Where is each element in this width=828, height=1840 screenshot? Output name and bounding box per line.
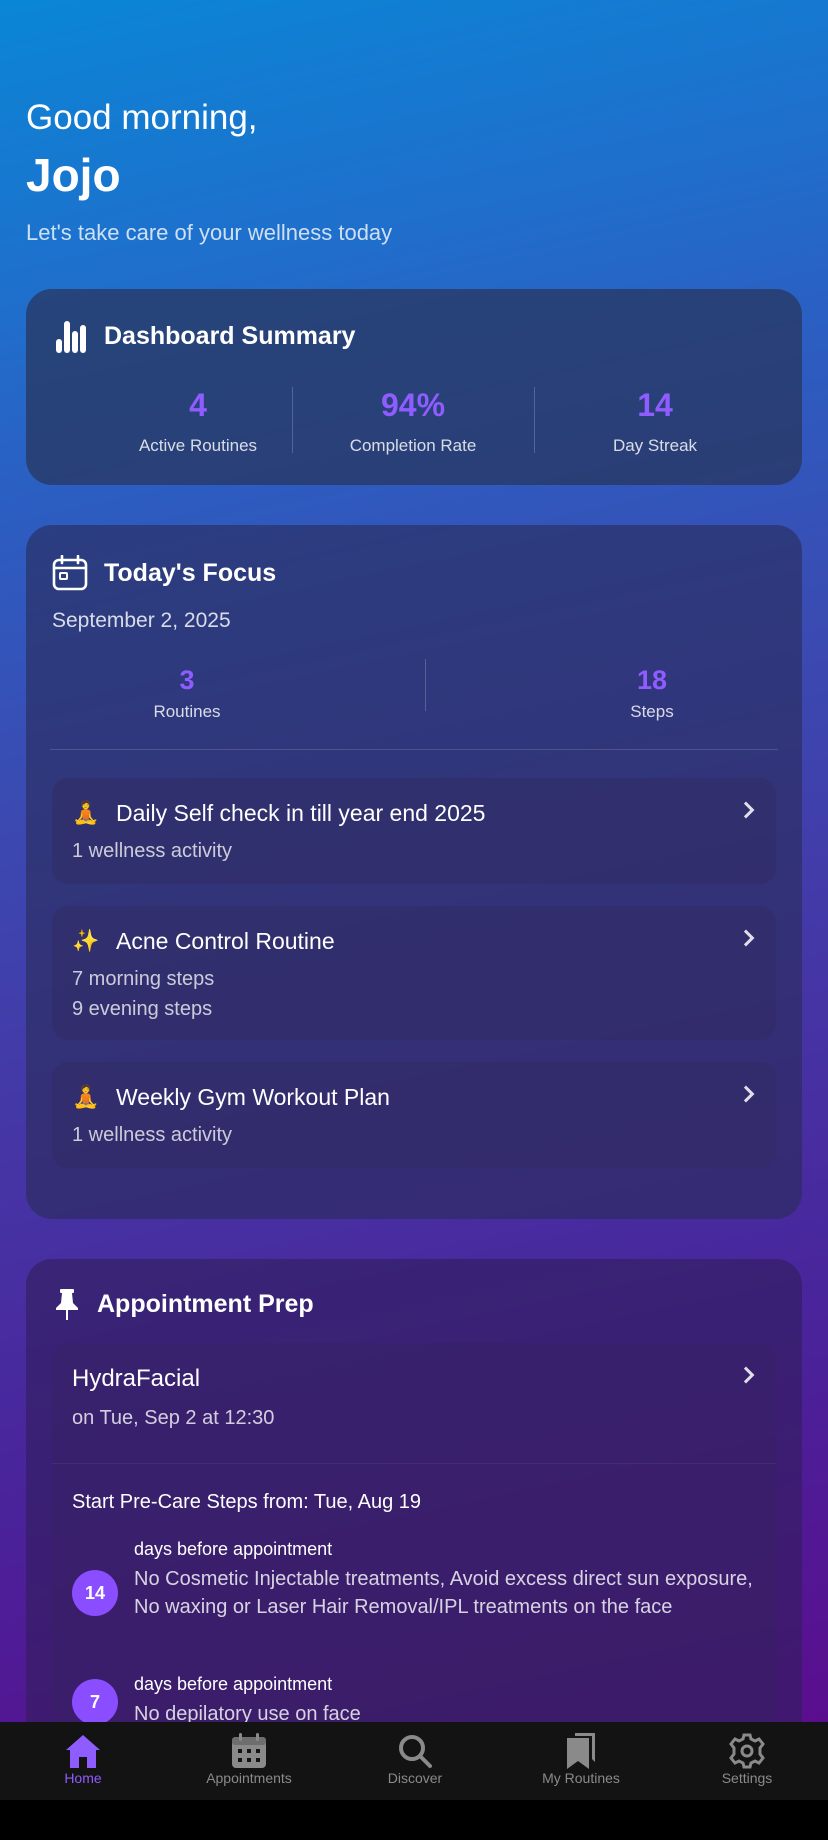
nav-label: My Routines bbox=[542, 1770, 620, 1786]
chevron-right-icon bbox=[737, 801, 755, 819]
stat-label: Active Routines bbox=[138, 436, 258, 455]
calendar-icon bbox=[52, 555, 88, 591]
divider bbox=[52, 1463, 776, 1464]
username-text: Jojo bbox=[26, 149, 121, 201]
divider bbox=[425, 659, 426, 711]
nav-settings[interactable]: Settings bbox=[664, 1722, 828, 1800]
stat-routines: 3 Routines bbox=[87, 665, 287, 722]
nav-label: Settings bbox=[721, 1770, 773, 1786]
stat-label: Steps bbox=[630, 702, 674, 721]
home-screen: Good morning, Jojo Let's take care of yo… bbox=[0, 0, 828, 1722]
stat-active-routines: 4 Active Routines bbox=[78, 387, 318, 456]
search-icon bbox=[399, 1735, 432, 1768]
focus-date: September 2, 2025 bbox=[52, 609, 231, 632]
stat-value: 18 bbox=[636, 665, 668, 695]
nav-label: Appointments bbox=[206, 1770, 292, 1786]
chevron-right-icon bbox=[737, 1366, 755, 1384]
appointment-time: on Tue, Sep 2 at 12:30 bbox=[72, 1407, 275, 1429]
precare-start-text: Start Pre-Care Steps from: Tue, Aug 19 bbox=[72, 1491, 422, 1513]
days-label: days before appointment bbox=[134, 1539, 333, 1559]
focus-title: Today's Focus bbox=[104, 559, 277, 587]
bar-chart-icon bbox=[56, 321, 86, 353]
nav-discover[interactable]: Discover bbox=[332, 1722, 498, 1800]
stat-label: Completion Rate bbox=[349, 436, 477, 455]
bookmarks-icon bbox=[567, 1733, 595, 1769]
days-label: days before appointment bbox=[134, 1674, 333, 1694]
stat-value: 3 bbox=[179, 665, 195, 695]
days-badge: 14 bbox=[72, 1570, 118, 1616]
summary-title: Dashboard Summary bbox=[104, 322, 356, 350]
precare-instructions: No Cosmetic Injectable treatments, Avoid… bbox=[134, 1568, 753, 1618]
greeting-text: Good morning, bbox=[26, 98, 258, 137]
service-name: HydraFacial bbox=[72, 1365, 201, 1392]
routine-item[interactable]: 🧘 Weekly Gym Workout Plan 1 wellness act… bbox=[52, 1062, 776, 1168]
nav-home[interactable]: Home bbox=[0, 1722, 166, 1800]
routine-detail: 7 morning steps bbox=[72, 968, 215, 990]
system-bar bbox=[0, 1800, 828, 1840]
precare-instructions: No depilatory use on face bbox=[134, 1703, 361, 1722]
appointment-prep-card: Appointment Prep HydraFacial on Tue, Sep… bbox=[26, 1259, 802, 1722]
pin-icon bbox=[56, 1289, 78, 1320]
routine-name: Weekly Gym Workout Plan bbox=[116, 1084, 390, 1110]
routine-name: Daily Self check in till year end 2025 bbox=[116, 800, 486, 826]
calendar-icon bbox=[232, 1733, 266, 1768]
routine-detail: 9 evening steps bbox=[72, 998, 213, 1020]
stat-steps: 18 Steps bbox=[552, 665, 752, 722]
meditation-icon: 🧘 bbox=[72, 1084, 100, 1109]
gear-icon bbox=[729, 1733, 765, 1769]
stat-value: 14 bbox=[637, 387, 673, 423]
tagline-text: Let's take care of your wellness today bbox=[26, 220, 393, 245]
stat-value: 94% bbox=[380, 387, 446, 423]
stat-value: 4 bbox=[189, 387, 207, 423]
todays-focus-card: Today's Focus September 2, 2025 3 Routin… bbox=[26, 525, 802, 1219]
routine-item[interactable]: ✨ Acne Control Routine 7 morning steps 9… bbox=[52, 906, 776, 1040]
chevron-right-icon bbox=[737, 929, 755, 947]
routine-detail: 1 wellness activity bbox=[72, 840, 233, 862]
sparkles-icon: ✨ bbox=[72, 928, 100, 953]
bottom-navigation: Home Appointments Discover My Routines S… bbox=[0, 1722, 828, 1800]
appointment-title: Appointment Prep bbox=[97, 1290, 314, 1318]
nav-my-routines[interactable]: My Routines bbox=[498, 1722, 664, 1800]
routine-item[interactable]: 🧘 Daily Self check in till year end 2025… bbox=[52, 778, 776, 884]
stat-completion-rate: 94% Completion Rate bbox=[293, 387, 533, 456]
stat-day-streak: 14 Day Streak bbox=[535, 387, 775, 456]
dashboard-summary-card: Dashboard Summary 4 Active Routines 94% … bbox=[26, 289, 802, 485]
nav-appointments[interactable]: Appointments bbox=[166, 1722, 332, 1800]
days-badge: 7 bbox=[72, 1679, 118, 1722]
nav-label: Home bbox=[64, 1770, 102, 1786]
home-icon bbox=[66, 1735, 100, 1768]
chevron-right-icon bbox=[737, 1085, 755, 1103]
routine-detail: 1 wellness activity bbox=[72, 1124, 233, 1146]
stat-label: Day Streak bbox=[612, 436, 698, 455]
stat-label: Routines bbox=[153, 702, 221, 721]
meditation-icon: 🧘 bbox=[72, 800, 100, 825]
divider bbox=[50, 749, 778, 750]
appointment-item[interactable]: HydraFacial on Tue, Sep 2 at 12:30 Start… bbox=[52, 1343, 776, 1722]
routine-name: Acne Control Routine bbox=[116, 928, 335, 954]
nav-label: Discover bbox=[387, 1770, 443, 1786]
